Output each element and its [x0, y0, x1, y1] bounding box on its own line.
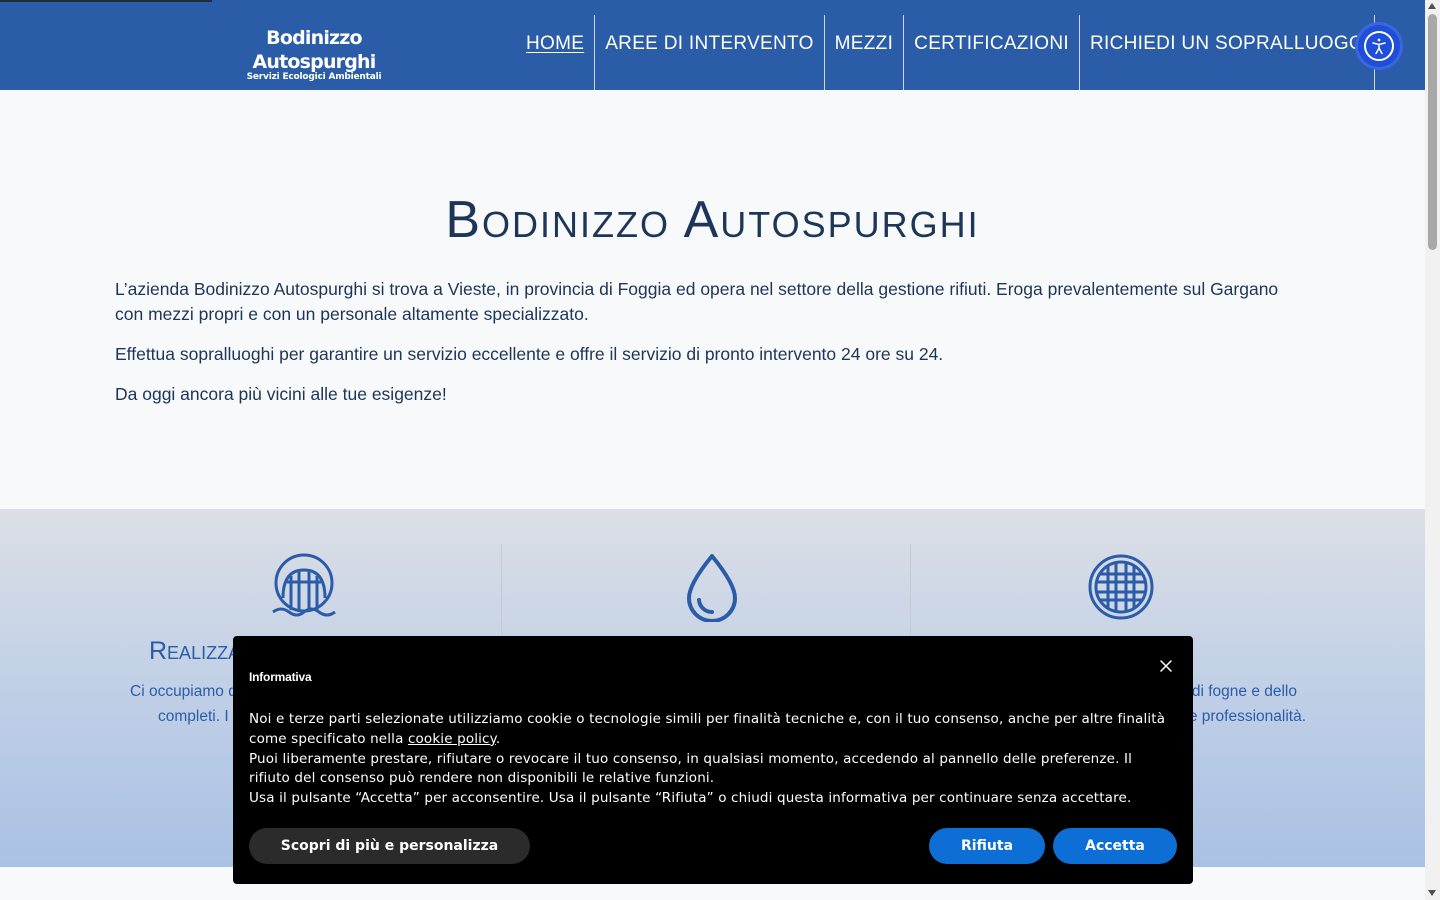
site-header: Bodinizzo Autospurghi Servizi Ecologici …	[0, 0, 1425, 103]
top-loading-line	[0, 0, 212, 2]
accept-button[interactable]: Accetta	[1053, 828, 1177, 864]
cookie-policy-link[interactable]: cookie policy	[408, 731, 496, 747]
close-button[interactable]	[1156, 658, 1176, 678]
accessibility-button[interactable]	[1358, 25, 1400, 67]
site-logo[interactable]: Bodinizzo Autospurghi Servizi Ecologici …	[219, 26, 409, 82]
water-drop-icon	[677, 552, 747, 623]
accessibility-icon	[1364, 31, 1394, 61]
reject-button[interactable]: Rifiuta	[929, 828, 1045, 864]
scroll-up-icon[interactable]	[1428, 3, 1436, 9]
cookie-text-1: Noi e terze parti selezionate utilizziam…	[249, 710, 1169, 750]
page-title: Bodinizzo Autospurghi	[445, 191, 980, 249]
page-scrollbar[interactable]	[1425, 0, 1440, 900]
sewer-pipe-icon	[269, 552, 339, 622]
scroll-down-icon[interactable]	[1428, 890, 1436, 896]
cookie-banner: Informativa Noi e terze parti selezionat…	[233, 636, 1193, 884]
intro-paragraph-3: Da oggi ancora più vicini alle tue esige…	[115, 384, 447, 404]
scrollbar-thumb[interactable]	[1428, 14, 1437, 250]
intro-paragraph-2: Effettua sopralluoghi per garantire un s…	[115, 344, 944, 364]
service-divider	[501, 544, 502, 639]
intro-paragraph-1: L’azienda Bodinizzo Autospurghi si trova…	[115, 279, 1279, 324]
intro-section: Bodinizzo Autospurghi L’azienda Bodinizz…	[0, 90, 1425, 509]
logo-title: Bodinizzo Autospurghi	[252, 27, 376, 73]
cookie-text-3: Usa il pulsante “Accetta” per acconsenti…	[249, 790, 1132, 807]
cookie-banner-body: Noi e terze parti selezionate utilizziam…	[249, 710, 1169, 809]
cookie-text-1a: Noi e terze parti selezionate utilizziam…	[249, 711, 1166, 747]
cookie-text-1b: .	[495, 730, 501, 747]
service-divider	[910, 544, 911, 639]
cookie-banner-title: Informativa	[249, 670, 312, 684]
logo-subtitle: Servizi Ecologici Ambientali	[246, 72, 382, 82]
close-icon	[1160, 659, 1172, 677]
customize-button[interactable]: Scopri di più e personalizza	[249, 828, 530, 864]
cookie-text-2: Puoi liberamente prestare, rifiutare o r…	[249, 750, 1132, 787]
manhole-grate-icon	[1086, 552, 1156, 622]
